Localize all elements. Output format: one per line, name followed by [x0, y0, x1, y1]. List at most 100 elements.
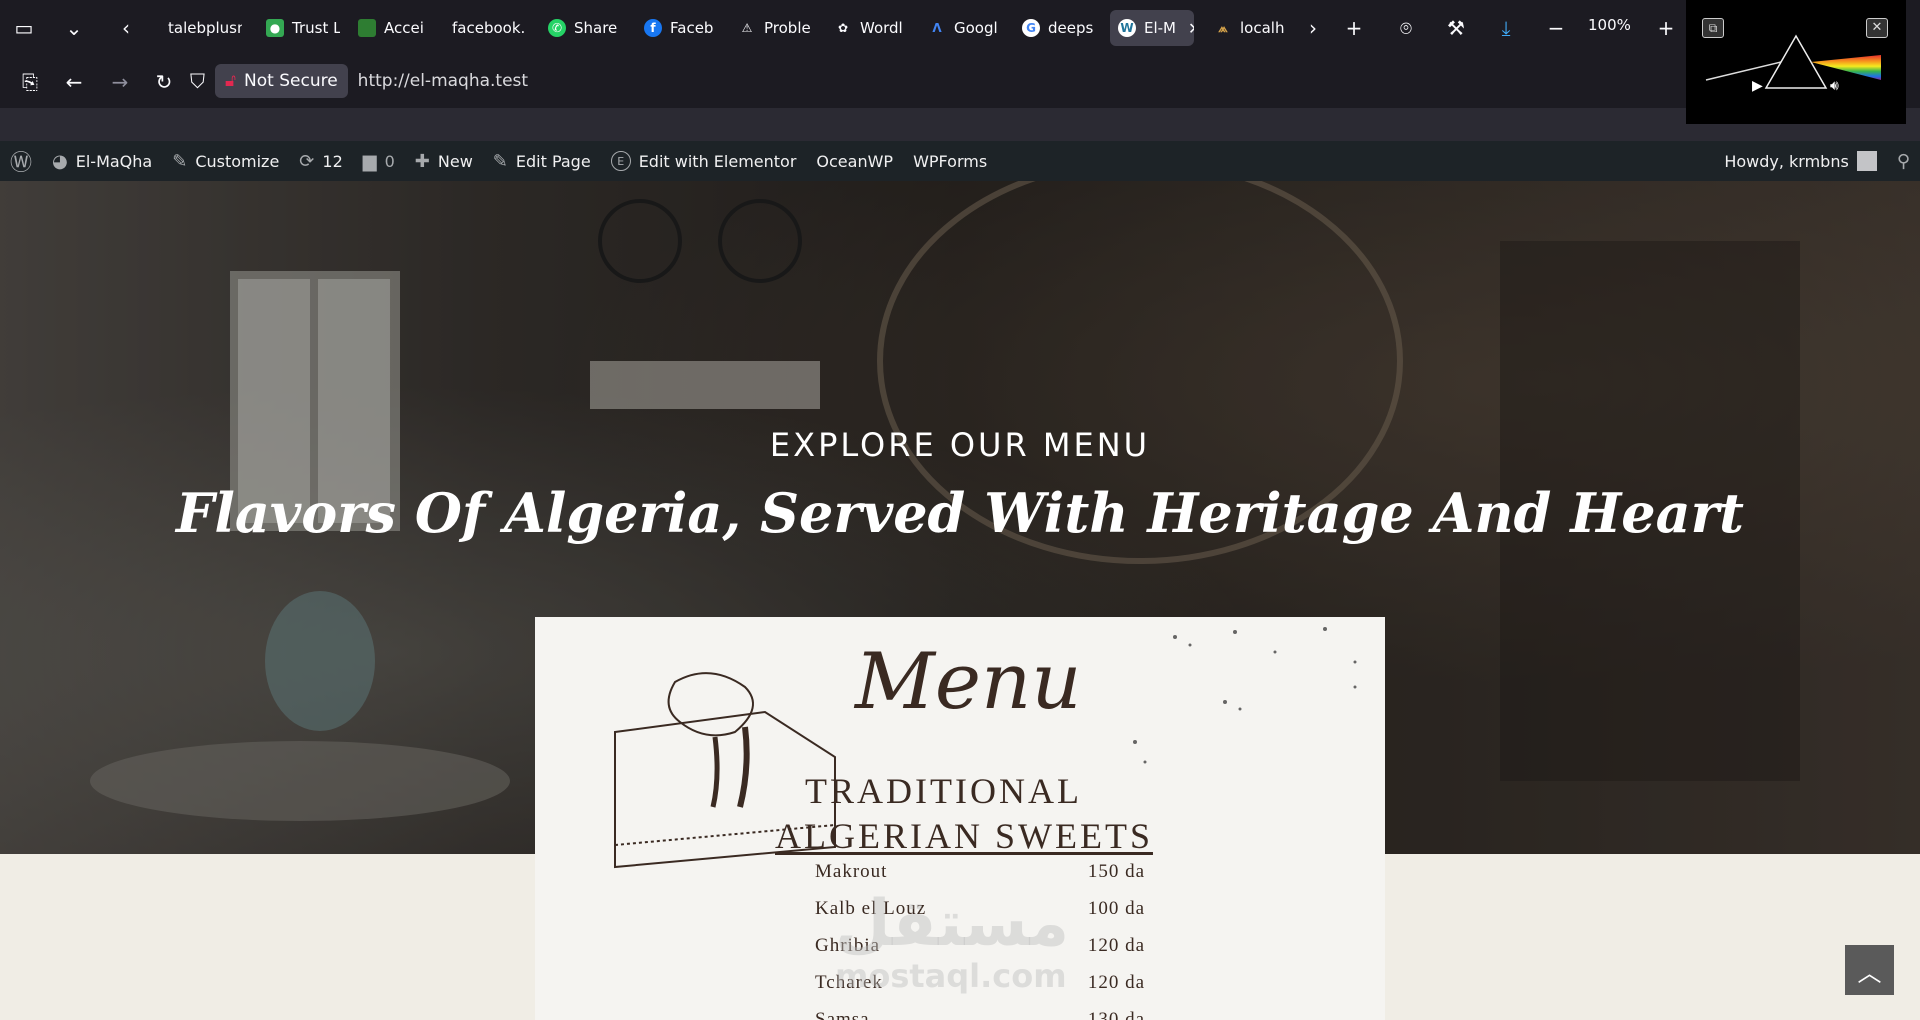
tab-label: Trust L: [292, 19, 340, 37]
picture-in-picture-window[interactable]: ⧉ ✕ ▶ 🔊︎: [1686, 0, 1906, 124]
tab[interactable]: ● Trust L: [258, 10, 340, 46]
tab-manager-icon[interactable]: ▭: [10, 14, 38, 42]
edit-elementor-link[interactable]: E Edit with Elementor: [601, 141, 807, 181]
tab[interactable]: G deeps: [1014, 10, 1098, 46]
tab-label: Faceb: [670, 19, 714, 37]
menu-item-price: 130 da: [1087, 1009, 1145, 1020]
forward-arrow-icon[interactable]: →: [106, 68, 134, 96]
menu-item-price: 120 da: [1087, 972, 1145, 993]
menu-card-image: Menu TRADITIONAL ALGERIAN SWEETS Makrout…: [535, 617, 1385, 1020]
address-bar[interactable]: ⛉ 🔓︎ Not Secure http://el-maqha.test: [190, 62, 1670, 100]
customize-link[interactable]: ✎ Customize: [162, 141, 289, 181]
list-all-tabs-icon[interactable]: ⌄: [60, 14, 88, 42]
hero-title: Flavors Of Algeria, Served With Heritage…: [175, 481, 1744, 545]
xampp-favicon-icon: ⩕: [1218, 20, 1228, 35]
back-to-top-button[interactable]: ︿: [1845, 945, 1894, 995]
updates-icon: ⟳: [299, 150, 315, 172]
menu-script-title: Menu: [855, 637, 1082, 727]
url-text[interactable]: http://el-maqha.test: [358, 71, 528, 91]
admin-search[interactable]: ⚲: [1887, 141, 1920, 181]
tab[interactable]: talebplusn: [160, 10, 242, 46]
facebook-favicon-icon: f: [644, 19, 662, 37]
search-icon: ⚲: [1896, 150, 1910, 172]
menu-item: Makrout 150 da: [815, 861, 1145, 883]
zoom-out-icon[interactable]: −: [1542, 14, 1570, 42]
pencil-icon: ✎: [492, 150, 508, 172]
site-name-menu[interactable]: ◕ El-MaQha: [42, 141, 162, 181]
security-indicator[interactable]: 🔓︎ Not Secure: [215, 64, 348, 98]
new-tab-icon[interactable]: +: [1340, 14, 1368, 42]
google-scholar-favicon-icon: Λ: [932, 21, 942, 35]
back-arrow-icon[interactable]: ←: [60, 68, 88, 96]
tab-label: Wordl: [860, 19, 903, 37]
menu-item-price: 150 da: [1087, 861, 1145, 882]
tab-active[interactable]: W El-M ✕: [1110, 10, 1194, 46]
pip-toggle-icon[interactable]: ⧉: [1702, 18, 1724, 38]
sidebar-toggle-icon[interactable]: ⎘: [16, 68, 44, 96]
security-label: Not Secure: [244, 71, 338, 91]
tab-label: Proble: [764, 19, 811, 37]
tab[interactable]: facebook.c: [444, 10, 526, 46]
tab-label: Accei: [384, 19, 424, 37]
tab-label: Share: [574, 19, 618, 37]
avatar: [1856, 151, 1877, 171]
hero-overline: EXPLORE OUR MENU: [769, 426, 1151, 464]
zoom-level[interactable]: 100%: [1588, 16, 1631, 34]
tab-label: facebook.c: [452, 19, 526, 37]
my-account-menu[interactable]: Howdy, krmbns: [1714, 141, 1886, 181]
tab-label: localh: [1240, 19, 1285, 37]
plus-icon: ✚: [414, 150, 430, 172]
edit-page-link[interactable]: ✎ Edit Page: [483, 141, 601, 181]
tools-wrench-icon[interactable]: ⚒: [1442, 14, 1470, 42]
tab[interactable]: ✆ Share: [540, 10, 622, 46]
google-favicon-icon: G: [1022, 19, 1040, 37]
menu-item-name: Samsa: [815, 1009, 870, 1020]
reload-icon[interactable]: ↻: [150, 68, 178, 96]
play-icon[interactable]: ▶: [1752, 78, 1763, 94]
tab[interactable]: f Faceb: [636, 10, 718, 46]
browser-tab-strip: ▭ ⌄ ‹ talebplusn ● Trust L Accei faceboo…: [0, 0, 1920, 56]
menu-heading-line-2: ALGERIAN SWEETS: [775, 816, 1153, 856]
wordpress-favicon-icon: W: [1118, 19, 1136, 37]
maps-favicon-icon: ●: [266, 19, 284, 37]
menu-item-price: 100 da: [1087, 898, 1145, 919]
tracking-shield-icon[interactable]: ⛉: [190, 69, 205, 93]
new-content-menu[interactable]: ✚ New: [405, 141, 483, 181]
wpforms-menu[interactable]: WPForms: [903, 141, 997, 181]
oceanwp-label: OceanWP: [816, 151, 894, 171]
tab[interactable]: ⚠ Proble: [730, 10, 814, 46]
tab[interactable]: ⩕ localh: [1206, 10, 1290, 46]
comments-link[interactable]: ▆ 0: [353, 141, 405, 181]
menu-heading-line-1: TRADITIONAL: [805, 771, 1082, 811]
paintbrush-icon: ✎: [172, 150, 188, 172]
screenshot-icon[interactable]: ⌾: [1392, 14, 1420, 42]
download-icon[interactable]: ⤓: [1492, 14, 1520, 42]
tab[interactable]: Λ Googl: [920, 10, 1004, 46]
wpforms-label: WPForms: [913, 151, 988, 171]
volume-icon[interactable]: 🔊︎: [1830, 78, 1839, 94]
watermark-domain: mostaql.com: [835, 957, 1067, 995]
wordpress-logo-icon: Ⓦ: [10, 151, 33, 176]
tab-label: Googl: [954, 19, 998, 37]
close-tab-icon[interactable]: ✕: [1188, 19, 1194, 38]
zoom-in-icon[interactable]: +: [1652, 14, 1680, 42]
tab[interactable]: Accei: [350, 10, 430, 46]
wp-logo-menu[interactable]: Ⓦ: [0, 141, 42, 181]
edit-elementor-label: Edit with Elementor: [638, 151, 797, 171]
scroll-tabs-left-icon[interactable]: ‹: [112, 14, 140, 42]
oceanwp-menu[interactable]: OceanWP: [806, 141, 903, 181]
site-name: El-MaQha: [75, 151, 153, 171]
bookmarks-gap: [0, 108, 1920, 141]
menu-item-name: Makrout: [815, 861, 888, 882]
pip-close-icon[interactable]: ✕: [1866, 18, 1888, 38]
chevron-up-icon: ︿: [1857, 958, 1882, 987]
updates-link[interactable]: ⟳ 12: [289, 141, 352, 181]
menu-item-price: 120 da: [1087, 935, 1145, 956]
scroll-tabs-right-icon[interactable]: ›: [1299, 14, 1327, 42]
tab-label: talebplusn: [168, 19, 242, 37]
site-favicon-icon: [358, 19, 376, 37]
tab[interactable]: ✿ Wordl: [826, 10, 910, 46]
new-label: New: [437, 151, 473, 171]
comments-count: 0: [384, 151, 395, 171]
openai-favicon-icon: ✿: [837, 21, 849, 35]
